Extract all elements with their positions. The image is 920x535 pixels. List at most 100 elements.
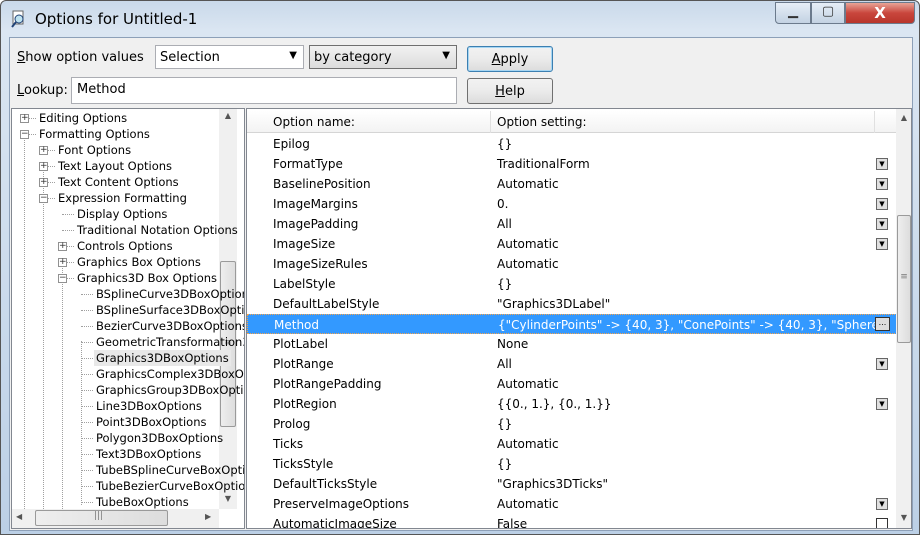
table-row[interactable]: DefaultLabelStyle "Graphics3DLabel" xyxy=(247,294,897,314)
table-row[interactable]: ImagePadding All ▼ xyxy=(247,214,897,234)
expand-icon[interactable]: + xyxy=(39,146,48,155)
scroll-left-icon[interactable]: ◀ xyxy=(16,512,22,521)
option-setting[interactable]: Automatic xyxy=(497,174,559,194)
grouping-select[interactable]: by category ▼ xyxy=(309,45,457,69)
table-row[interactable]: ImageMargins 0. ▼ xyxy=(247,194,897,214)
table-row[interactable]: PlotRange All ▼ xyxy=(247,354,897,374)
show-values-select[interactable]: Selection ▼ xyxy=(155,45,304,69)
dropdown-arrow-icon[interactable]: ▼ xyxy=(876,358,888,370)
tree-item-label: Point3DBoxOptions xyxy=(96,415,207,429)
dropdown-arrow-icon[interactable]: ▼ xyxy=(876,218,888,230)
dropdown-arrow-icon[interactable]: ▼ xyxy=(876,498,888,510)
option-setting[interactable]: False xyxy=(497,514,527,528)
tree-item-label: GraphicsGroup3DBoxOptions xyxy=(96,383,244,397)
option-setting[interactable]: TraditionalForm xyxy=(497,154,590,174)
tree-item-label: Display Options xyxy=(77,207,168,221)
dropdown-arrow-icon[interactable]: ▼ xyxy=(876,198,888,210)
expand-icon[interactable]: + xyxy=(58,242,67,251)
option-setting[interactable]: {} xyxy=(497,134,512,154)
dropdown-arrow-icon[interactable]: ▼ xyxy=(876,238,888,250)
option-name: PreserveImageOptions xyxy=(273,497,410,511)
option-setting[interactable]: None xyxy=(497,334,528,354)
ellipsis-button[interactable]: ... xyxy=(875,317,890,331)
expand-icon[interactable]: + xyxy=(39,162,48,171)
option-setting[interactable]: {{0., 1.}, {0., 1.}} xyxy=(497,394,612,414)
table-row[interactable]: AutomaticImageSize False xyxy=(247,514,897,529)
table-header: Option name: Option setting: xyxy=(247,111,897,133)
expand-icon[interactable]: + xyxy=(20,114,29,123)
lookup-input[interactable]: Method xyxy=(71,77,457,104)
option-setting[interactable]: All xyxy=(497,214,512,234)
option-setting[interactable]: Automatic xyxy=(497,254,559,274)
option-setting[interactable]: Automatic xyxy=(497,434,559,454)
apply-button[interactable]: Apply xyxy=(467,46,553,72)
tree-horizontal-scrollbar[interactable]: ◀ ||| ▶ xyxy=(12,509,219,528)
close-button[interactable]: X xyxy=(845,2,915,24)
option-setting[interactable]: {} xyxy=(497,454,512,474)
option-name: AutomaticImageSize xyxy=(273,517,397,529)
scroll-right-icon[interactable]: ▶ xyxy=(205,512,211,521)
tree-hscroll-thumb[interactable]: ||| xyxy=(35,510,168,526)
table-row[interactable]: ImageSize Automatic ▼ xyxy=(247,234,897,254)
column-header-option-setting[interactable]: Option setting: xyxy=(497,115,587,129)
option-name: LabelStyle xyxy=(273,277,336,291)
tree-item-label: TubeBoxOptions xyxy=(96,495,189,509)
table-vertical-scrollbar[interactable]: ▲ ≡ ▼ xyxy=(896,109,911,528)
option-category-tree[interactable]: ▲ ≡ ▼ ◀ ||| ▶ + Editing Options − Formattin… xyxy=(11,108,245,529)
table-row[interactable]: Method {"CylinderPoints" -> {40, 3}, "Con… xyxy=(247,314,897,334)
scroll-up-icon[interactable]: ▲ xyxy=(219,111,237,120)
option-name: PlotRangePadding xyxy=(273,377,382,391)
option-setting[interactable]: Automatic xyxy=(497,374,559,394)
option-setting[interactable]: Automatic xyxy=(497,234,559,254)
table-row[interactable]: TicksStyle {} xyxy=(247,454,897,474)
dropdown-arrow-icon[interactable]: ▼ xyxy=(876,178,888,190)
option-setting[interactable]: "Graphics3DLabel" xyxy=(497,294,610,314)
option-name: Method xyxy=(274,318,320,332)
option-setting[interactable]: All xyxy=(497,354,512,374)
table-row[interactable]: LabelStyle {} xyxy=(247,274,897,294)
table-row[interactable]: Epilog {} xyxy=(247,134,897,154)
collapse-icon[interactable]: − xyxy=(58,274,67,283)
table-row[interactable]: PlotRangePadding Automatic xyxy=(247,374,897,394)
table-row[interactable]: Prolog {} xyxy=(247,414,897,434)
option-setting[interactable]: {"CylinderPoints" -> {40, 3}, "ConePoint… xyxy=(498,315,890,335)
table-row[interactable]: FormatType TraditionalForm ▼ xyxy=(247,154,897,174)
tree-item-label: Text Content Options xyxy=(58,175,179,189)
option-setting[interactable]: {} xyxy=(497,274,512,294)
table-scroll-thumb[interactable]: ≡ xyxy=(897,215,911,343)
minimize-button[interactable]: ▁ xyxy=(775,2,811,24)
option-setting[interactable]: Automatic xyxy=(497,494,559,514)
scroll-down-icon[interactable]: ▼ xyxy=(896,513,911,522)
tree-item-label: Formatting Options xyxy=(39,127,150,141)
table-row[interactable]: PlotLabel None xyxy=(247,334,897,354)
tree-connector xyxy=(24,133,25,509)
tree-item-label: Font Options xyxy=(58,143,132,157)
table-row[interactable]: BaselinePosition Automatic ▼ xyxy=(247,174,897,194)
table-row[interactable]: DefaultTicksStyle "Graphics3DTicks" xyxy=(247,474,897,494)
scroll-down-icon[interactable]: ▼ xyxy=(219,494,237,503)
dropdown-arrow-icon[interactable]: ▼ xyxy=(876,158,888,170)
option-setting[interactable]: {} xyxy=(497,414,512,434)
column-header-option-name[interactable]: Option name: xyxy=(273,115,355,129)
table-row[interactable]: PlotRegion {{0., 1.}, {0., 1.}} ▼ xyxy=(247,394,897,414)
table-row[interactable]: ImageSizeRules Automatic xyxy=(247,254,897,274)
tree-connector xyxy=(62,261,63,509)
option-name: Ticks xyxy=(273,437,304,451)
collapse-icon[interactable]: − xyxy=(20,130,29,139)
scroll-up-icon[interactable]: ▲ xyxy=(896,113,911,122)
tree-item-label: Expression Formatting xyxy=(58,191,187,205)
checkbox[interactable] xyxy=(876,518,888,528)
tree-item-label: Graphics3DBoxOptions xyxy=(94,350,231,366)
collapse-icon[interactable]: − xyxy=(39,194,48,203)
dropdown-arrow-icon[interactable]: ▼ xyxy=(876,398,888,410)
option-setting[interactable]: "Graphics3DTicks" xyxy=(497,474,608,494)
expand-icon[interactable]: + xyxy=(39,178,48,187)
expand-icon[interactable]: + xyxy=(58,258,67,267)
grouping-value: by category xyxy=(314,50,392,65)
option-setting[interactable]: 0. xyxy=(497,194,508,214)
table-row[interactable]: Ticks Automatic xyxy=(247,434,897,454)
maximize-button[interactable]: ▢ xyxy=(811,2,845,24)
table-row[interactable]: PreserveImageOptions Automatic ▼ xyxy=(247,494,897,514)
option-name: FormatType xyxy=(273,157,343,171)
help-button[interactable]: Help xyxy=(467,78,553,104)
